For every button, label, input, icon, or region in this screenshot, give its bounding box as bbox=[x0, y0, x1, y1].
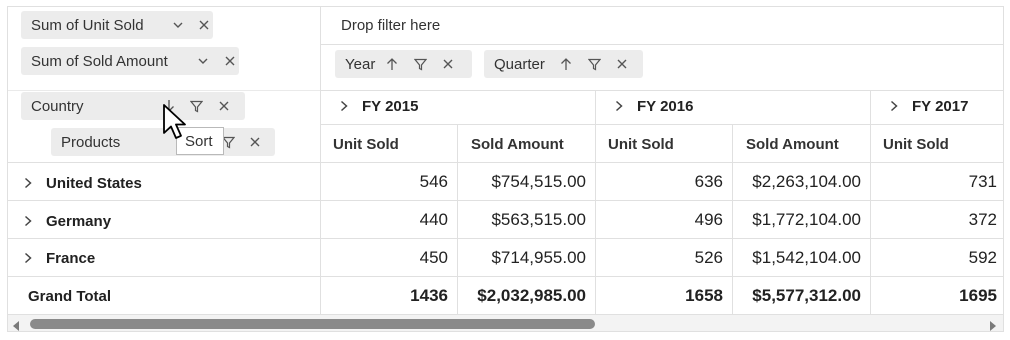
value-cell[interactable]: $1,542,104.00 bbox=[733, 239, 870, 277]
scrollbar-thumb[interactable] bbox=[30, 319, 595, 329]
column-header-label: FY 2016 bbox=[637, 97, 694, 115]
row-header-germany[interactable]: Germany bbox=[8, 202, 321, 240]
row-header-grand-total: Grand Total bbox=[28, 287, 112, 305]
value-cell[interactable]: 440 bbox=[321, 201, 457, 239]
chevron-right-icon[interactable] bbox=[340, 100, 348, 112]
value-cell[interactable]: 372 bbox=[871, 201, 1003, 239]
filter-icon[interactable] bbox=[187, 92, 205, 120]
horizontal-scrollbar[interactable] bbox=[8, 314, 1003, 331]
pill-year[interactable]: Year bbox=[335, 50, 472, 78]
row-header-united-states[interactable]: United States bbox=[8, 164, 321, 202]
pill-label: Country bbox=[31, 97, 84, 115]
chevron-down-icon[interactable] bbox=[169, 11, 187, 39]
scroll-right-icon[interactable] bbox=[989, 318, 997, 331]
value-cell[interactable]: $754,515.00 bbox=[458, 163, 595, 201]
column-header-label: FY 2015 bbox=[362, 97, 419, 115]
grand-total-cell[interactable]: 1658 bbox=[596, 277, 732, 315]
filter-area-divider bbox=[320, 44, 1003, 45]
mouse-pointer-icon bbox=[162, 103, 188, 148]
sort-arrow-icon[interactable] bbox=[557, 50, 575, 78]
chevron-right-icon[interactable] bbox=[615, 100, 623, 112]
measure-header-4[interactable]: Sold Amount bbox=[733, 125, 839, 163]
grand-total-cell[interactable]: $2,032,985.00 bbox=[458, 277, 595, 315]
pill-label: Sum of Unit Sold bbox=[31, 16, 144, 34]
measure-header-3[interactable]: Unit Sold bbox=[595, 125, 674, 163]
chevron-right-icon[interactable] bbox=[890, 100, 898, 112]
close-icon[interactable] bbox=[439, 50, 457, 78]
measure-header-1[interactable]: Unit Sold bbox=[320, 125, 399, 163]
value-cell[interactable]: $563,515.00 bbox=[458, 201, 595, 239]
pill-sum-sold-amount[interactable]: Sum of Sold Amount bbox=[21, 47, 239, 75]
grand-total-cell[interactable]: 1695 bbox=[871, 277, 1003, 315]
value-cell[interactable]: $714,955.00 bbox=[458, 239, 595, 277]
value-cell[interactable]: 450 bbox=[321, 239, 457, 277]
row-header-france[interactable]: France bbox=[8, 239, 321, 277]
values-area-divider bbox=[8, 90, 320, 91]
column-header-fy2015[interactable]: FY 2015 bbox=[320, 86, 595, 126]
column-header-label: FY 2017 bbox=[912, 97, 969, 115]
value-cell[interactable]: 636 bbox=[596, 163, 732, 201]
filter-drop-area[interactable]: Drop filter here bbox=[341, 17, 440, 34]
filter-icon[interactable] bbox=[585, 50, 603, 78]
close-icon[interactable] bbox=[613, 50, 631, 78]
row-header-label: Germany bbox=[46, 212, 112, 230]
value-cell[interactable]: 592 bbox=[871, 239, 1003, 277]
close-icon[interactable] bbox=[246, 128, 264, 156]
grand-total-cell[interactable]: 1436 bbox=[321, 277, 457, 315]
close-icon[interactable] bbox=[215, 92, 233, 120]
sort-arrow-icon[interactable] bbox=[383, 50, 401, 78]
close-icon[interactable] bbox=[195, 11, 213, 39]
chevron-right-icon[interactable] bbox=[24, 177, 32, 189]
pivot-grid: Sum of Unit Sold Sum of Sold Amount Drop… bbox=[7, 6, 1004, 332]
value-cell[interactable]: 731 bbox=[871, 163, 1003, 201]
grand-total-cell[interactable]: $5,577,312.00 bbox=[733, 277, 870, 315]
filter-icon[interactable] bbox=[411, 50, 429, 78]
measure-header-2[interactable]: Sold Amount bbox=[458, 125, 564, 163]
row-header-label: United States bbox=[46, 174, 142, 192]
value-cell[interactable]: 526 bbox=[596, 239, 732, 277]
scroll-left-icon[interactable] bbox=[12, 318, 20, 331]
row-header-label: France bbox=[46, 249, 96, 267]
column-header-fy2017[interactable]: FY 2017 bbox=[870, 86, 1003, 126]
value-cell[interactable]: 546 bbox=[321, 163, 457, 201]
measure-header-5[interactable]: Unit Sold bbox=[870, 125, 949, 163]
pill-label: Products bbox=[61, 133, 121, 151]
close-icon[interactable] bbox=[221, 47, 239, 75]
value-cell[interactable]: 496 bbox=[596, 201, 732, 239]
pill-label: Sum of Sold Amount bbox=[31, 52, 168, 70]
pill-country[interactable]: Country bbox=[21, 92, 245, 120]
pill-label: Quarter bbox=[494, 55, 545, 73]
pill-sum-unit-sold[interactable]: Sum of Unit Sold bbox=[21, 11, 213, 39]
value-cell[interactable]: $2,263,104.00 bbox=[733, 163, 870, 201]
chevron-down-icon[interactable] bbox=[194, 47, 212, 75]
pill-label: Year bbox=[345, 55, 376, 73]
column-header-fy2016[interactable]: FY 2016 bbox=[595, 86, 870, 126]
pill-quarter[interactable]: Quarter bbox=[484, 50, 643, 78]
chevron-right-icon[interactable] bbox=[24, 252, 32, 264]
value-cell[interactable]: $1,772,104.00 bbox=[733, 201, 870, 239]
chevron-right-icon[interactable] bbox=[24, 215, 32, 227]
